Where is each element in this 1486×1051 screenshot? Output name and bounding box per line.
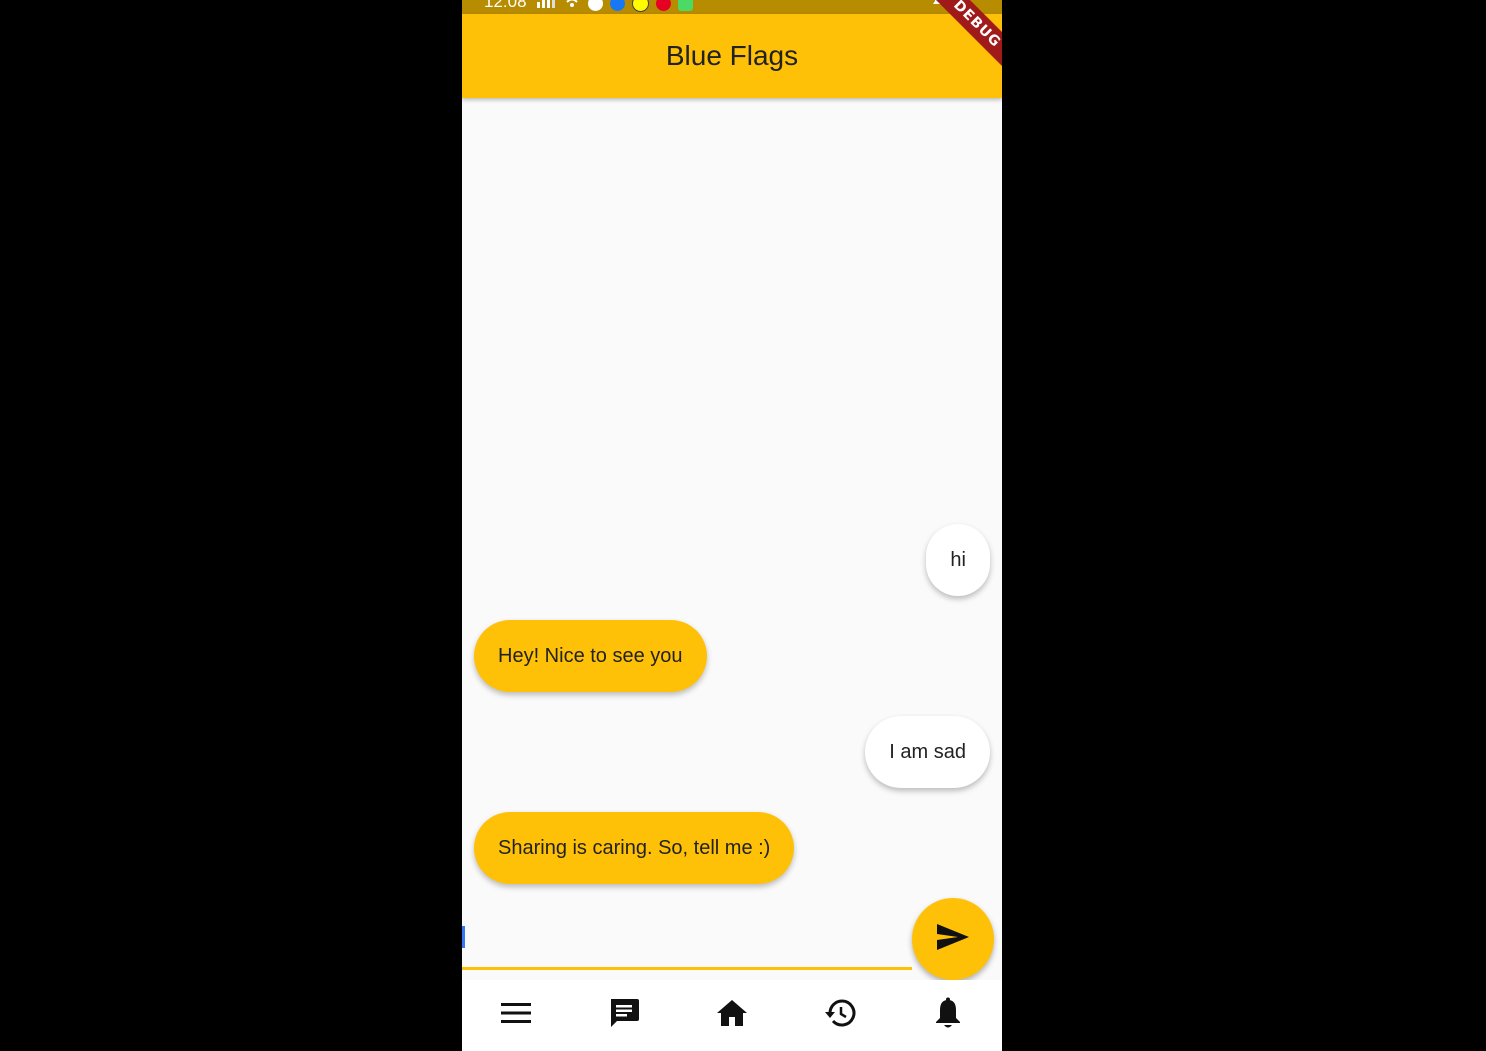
message-bubble-bot: Sharing is caring. So, tell me :) [474, 812, 795, 884]
nav-home[interactable] [702, 986, 762, 1046]
history-icon [824, 998, 856, 1033]
chat-icon [608, 997, 640, 1034]
message-icon [678, 0, 693, 11]
facebook-icon [610, 0, 625, 11]
app-bar: Blue Flags [462, 14, 1002, 98]
send-button[interactable] [912, 898, 994, 980]
home-icon [716, 999, 748, 1032]
message-input-row [462, 898, 1002, 980]
status-time: 12:08 [484, 0, 527, 11]
nav-chat[interactable] [594, 986, 654, 1046]
nav-menu[interactable] [486, 986, 546, 1046]
snapchat-icon [632, 0, 649, 12]
message-input[interactable] [462, 908, 912, 970]
phone-screen: 12:08 Blue Flags DEBUG hi Hey! Nice to s… [462, 0, 1002, 1051]
send-icon [936, 922, 970, 957]
text-caret [462, 926, 465, 948]
nav-notifications[interactable] [918, 986, 978, 1046]
nav-history[interactable] [810, 986, 870, 1046]
app-notification-icon [588, 0, 603, 11]
message-bubble-bot: Hey! Nice to see you [474, 620, 707, 692]
chat-list[interactable]: hi Hey! Nice to see you I am sad Sharing… [462, 98, 1002, 898]
menu-icon [501, 1002, 531, 1029]
message-bubble-user: hi [926, 524, 990, 596]
status-icons [536, 0, 693, 13]
pinterest-icon [656, 0, 671, 11]
status-bar: 12:08 [462, 0, 1002, 14]
message-bubble-user: I am sad [865, 716, 990, 788]
signal-icon [536, 0, 556, 13]
bottom-navigation [462, 980, 1002, 1051]
notifications-icon [934, 997, 962, 1034]
wifi-icon [563, 0, 581, 13]
page-title: Blue Flags [665, 40, 799, 71]
